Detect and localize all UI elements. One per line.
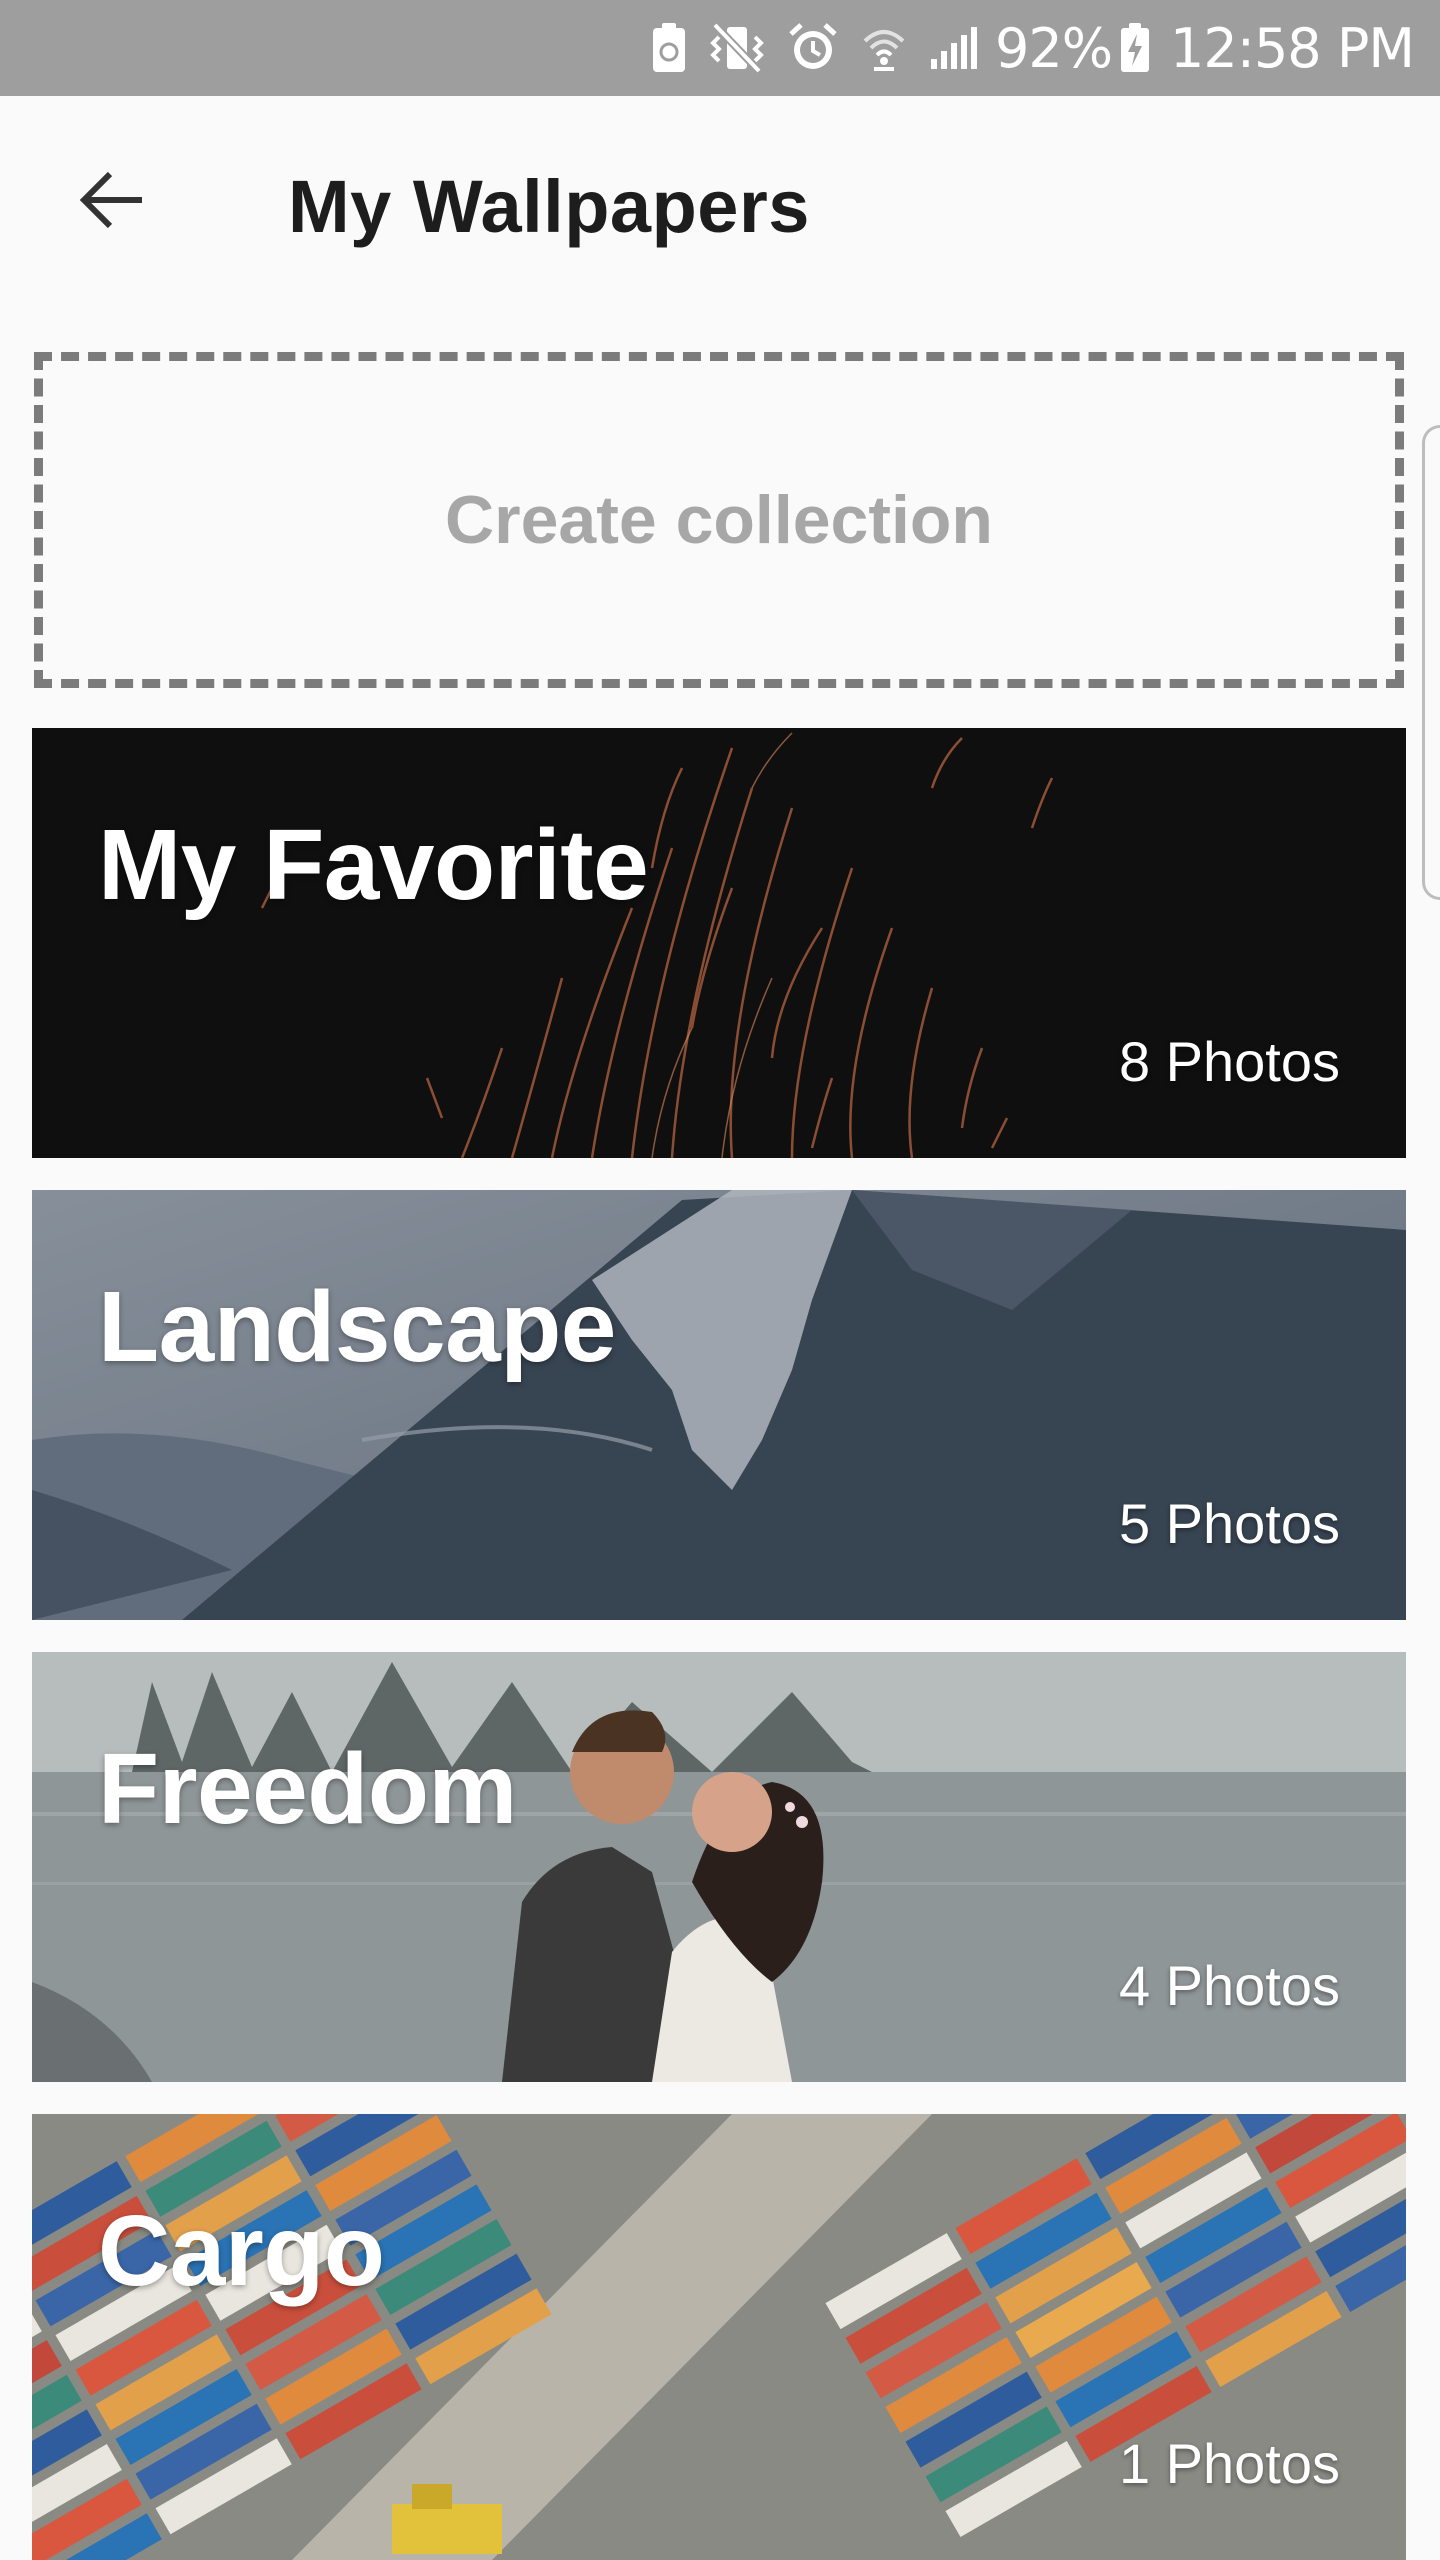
recycle-battery-icon <box>651 0 687 96</box>
collection-title: My Favorite <box>98 809 649 921</box>
signal-icon <box>929 0 981 96</box>
charging-icon <box>1120 0 1150 96</box>
collection-photo-count: 8 Photos <box>1118 1030 1340 1093</box>
collection-title: Cargo <box>98 2195 385 2307</box>
create-collection-button[interactable]: Create collection <box>34 352 1404 688</box>
collection-title: Landscape <box>98 1271 616 1383</box>
clock-time: 12:58 PM <box>1170 16 1415 80</box>
collection-card-landscape[interactable]: Landscape 5 Photos <box>32 1190 1406 1620</box>
create-collection-label: Create collection <box>445 482 993 558</box>
vibrate-mute-icon <box>709 0 765 96</box>
page-title: My Wallpapers <box>288 165 810 248</box>
back-button[interactable] <box>56 146 168 258</box>
status-bar: 92% 12:58 PM <box>0 0 1440 96</box>
collection-card-freedom[interactable]: Freedom 4 Photos <box>32 1652 1406 2082</box>
alarm-icon <box>787 0 839 96</box>
arrow-back-icon <box>76 164 148 241</box>
collection-photo-count: 1 Photos <box>1118 2432 1340 2495</box>
collection-title: Freedom <box>98 1733 517 1845</box>
battery-percent: 92% <box>995 16 1113 80</box>
wifi-icon <box>861 0 907 96</box>
collection-card-my-favorite[interactable]: My Favorite 8 Photos <box>32 728 1406 1158</box>
collection-photo-count: 4 Photos <box>1118 1954 1340 2017</box>
scrollbar-handle[interactable] <box>1422 425 1440 900</box>
collection-card-cargo[interactable]: Cargo 1 Photos <box>32 2114 1406 2560</box>
collection-photo-count: 5 Photos <box>1118 1492 1340 1555</box>
app-bar: My Wallpapers <box>0 96 1440 326</box>
